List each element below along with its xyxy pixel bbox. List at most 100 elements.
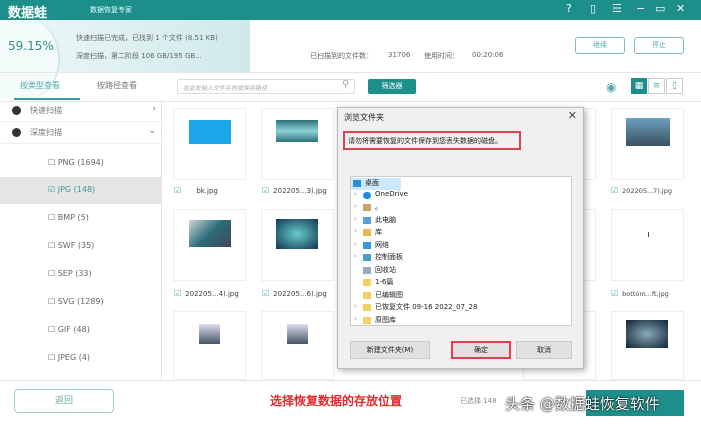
checkbox-checked-icon[interactable]: ☑ xyxy=(611,289,618,298)
file-card[interactable] xyxy=(261,108,334,180)
type-jpeg[interactable]: ☐ JPEG (4) xyxy=(0,345,161,372)
chevron-right-icon: › xyxy=(354,227,357,235)
desktop-icon xyxy=(353,180,361,187)
file-name[interactable]: ☑ 202205...4).jpg xyxy=(174,289,239,298)
file-card[interactable] xyxy=(611,311,684,380)
checkbox-checked-icon[interactable]: ☑ xyxy=(262,289,269,298)
filter-button[interactable]: 筛选器 xyxy=(368,79,416,94)
folder-icon xyxy=(363,317,371,324)
type-label: GIF (48) xyxy=(57,325,90,334)
list-view-icon[interactable]: ≡ xyxy=(648,78,665,94)
file-card[interactable] xyxy=(173,108,246,180)
checkbox-checked-icon[interactable]: ☑ xyxy=(611,186,618,195)
file-card[interactable] xyxy=(173,311,246,380)
control-panel-icon xyxy=(363,254,371,261)
time-label: 使用时间： xyxy=(424,52,459,60)
pause-circle-icon xyxy=(12,128,21,137)
tab-by-type[interactable]: 按类型查看 xyxy=(20,80,60,91)
type-label: SWF (35) xyxy=(57,241,95,250)
sidebar-quick-scan[interactable]: 快速扫描 › xyxy=(0,100,162,122)
type-svg[interactable]: ☐ SVG (1289) xyxy=(0,289,161,316)
folder-icon xyxy=(363,304,371,311)
file-thumbnail xyxy=(287,324,308,344)
preview-eye-icon[interactable]: ◉ xyxy=(606,80,616,94)
chevron-right-icon: › xyxy=(354,202,357,210)
progress-percent: 59.15% xyxy=(8,39,54,53)
file-name[interactable]: ☑ 202205...6).jpg xyxy=(262,289,327,298)
app-logo: 数据蛙 xyxy=(8,6,48,21)
grid-view-icon[interactable]: ▦ xyxy=(631,78,647,94)
new-folder-button[interactable]: 新建文件夹(M) xyxy=(350,341,430,359)
checkbox-checked-icon[interactable]: ☑ xyxy=(174,289,181,298)
checkbox-checked-icon[interactable]: ☑ xyxy=(262,186,269,195)
file-thumbnail xyxy=(276,120,318,142)
dialog-close-icon[interactable]: ✕ xyxy=(568,109,577,122)
folder-icon xyxy=(363,279,371,286)
file-card[interactable] xyxy=(611,108,684,180)
search-input[interactable]: 在此处输入文件名称或保存路径 xyxy=(177,79,355,94)
close-icon[interactable]: ✕ xyxy=(676,2,685,16)
file-card[interactable] xyxy=(261,209,334,281)
file-card[interactable] xyxy=(611,209,684,281)
file-card[interactable] xyxy=(261,311,334,380)
help-icon[interactable]: ? xyxy=(566,2,572,16)
maximize-icon[interactable]: ▭ xyxy=(655,2,665,16)
file-thumbnail xyxy=(189,120,231,144)
back-button[interactable]: 返回 xyxy=(14,389,114,413)
computer-icon xyxy=(363,217,371,224)
type-swf[interactable]: ☐ SWF (35) xyxy=(0,233,161,260)
type-label: PNG (1694) xyxy=(57,158,104,167)
chevron-right-icon: › xyxy=(354,302,357,310)
file-thumbnail xyxy=(626,118,670,146)
dialog-title: 浏览文件夹 xyxy=(344,113,384,122)
menu-icon[interactable]: ☰ xyxy=(612,2,622,16)
file-card[interactable] xyxy=(173,209,246,281)
tab-by-path[interactable]: 按路径查看 xyxy=(97,80,137,91)
library-icon xyxy=(363,229,371,236)
files-scanned-label: 已扫描到的文件数： xyxy=(310,52,373,60)
type-sep[interactable]: ☐ SEP (33) xyxy=(0,261,161,288)
file-thumbnail xyxy=(648,232,649,237)
time-value: 00:20:06 xyxy=(472,51,504,59)
type-png[interactable]: ☐ PNG (1694) xyxy=(0,150,161,177)
network-icon xyxy=(363,242,371,249)
watermark: 头条 @数据蛙恢复软件 xyxy=(505,395,660,413)
quick-scan-status: 快速扫描已完成，已找到 1 个文件 (8.51 KB) xyxy=(76,34,218,42)
file-thumbnail xyxy=(199,324,220,344)
folder-icon xyxy=(363,292,371,299)
chevron-right-icon: › xyxy=(354,215,357,223)
file-thumbnail xyxy=(626,320,668,348)
file-name[interactable]: ☑ bk.jpg xyxy=(174,186,218,195)
cancel-button[interactable]: 取消 xyxy=(516,341,572,359)
type-label: JPG (148) xyxy=(57,185,96,194)
stop-button[interactable]: 停止 xyxy=(634,37,684,54)
check-circle-icon xyxy=(12,106,21,115)
tree-item-desktop[interactable]: 桌面 xyxy=(351,178,401,190)
sidebar-deep-scan[interactable]: 深度扫描 ⌄ xyxy=(0,122,162,144)
file-name[interactable]: ☑ bottom...ft.jpg xyxy=(611,289,669,298)
folder-tree[interactable]: 桌面 › OneDrive ›。 › 此电脑 › 库 › 网络 › 控制面板 回收站 1-… xyxy=(350,176,572,326)
chevron-down-icon: ⌄ xyxy=(148,126,156,136)
detail-view-icon[interactable]: ▯ xyxy=(666,78,683,94)
save-icon[interactable]: ▯ xyxy=(590,2,596,16)
type-gif[interactable]: ☐ GIF (48) xyxy=(0,317,161,344)
type-jpg[interactable]: ☑ JPG (148) xyxy=(0,177,161,204)
type-label: BMP (5) xyxy=(57,213,89,222)
app-subtitle: 数据恢复专家 xyxy=(90,6,132,14)
minimize-icon[interactable]: − xyxy=(636,2,645,16)
file-name[interactable]: ☑ 202205...7).jpg xyxy=(611,186,672,195)
type-bmp[interactable]: ☐ BMP (5) xyxy=(0,205,161,232)
type-label: SVG (1289) xyxy=(57,297,104,306)
file-thumbnail xyxy=(276,219,318,249)
checkbox-checked-icon[interactable]: ☑ xyxy=(174,186,181,195)
continue-button[interactable]: 继续 xyxy=(575,37,625,54)
caption: 选择恢复数据的存放位置 xyxy=(270,394,403,408)
cloud-icon xyxy=(363,192,371,199)
user-icon xyxy=(363,204,371,211)
chevron-right-icon: › xyxy=(354,252,357,260)
browse-folder-dialog: 浏览文件夹 ✕ 请勿将需要恢复的文件保存到您丢失数据的磁盘。 桌面 › OneDr… xyxy=(337,107,584,369)
search-icon[interactable]: ⚲ xyxy=(342,79,349,90)
file-name[interactable]: ☑ 202205...3).jpg xyxy=(262,186,327,195)
chevron-right-icon: › xyxy=(152,104,156,114)
ok-button[interactable]: 确定 xyxy=(451,341,511,359)
